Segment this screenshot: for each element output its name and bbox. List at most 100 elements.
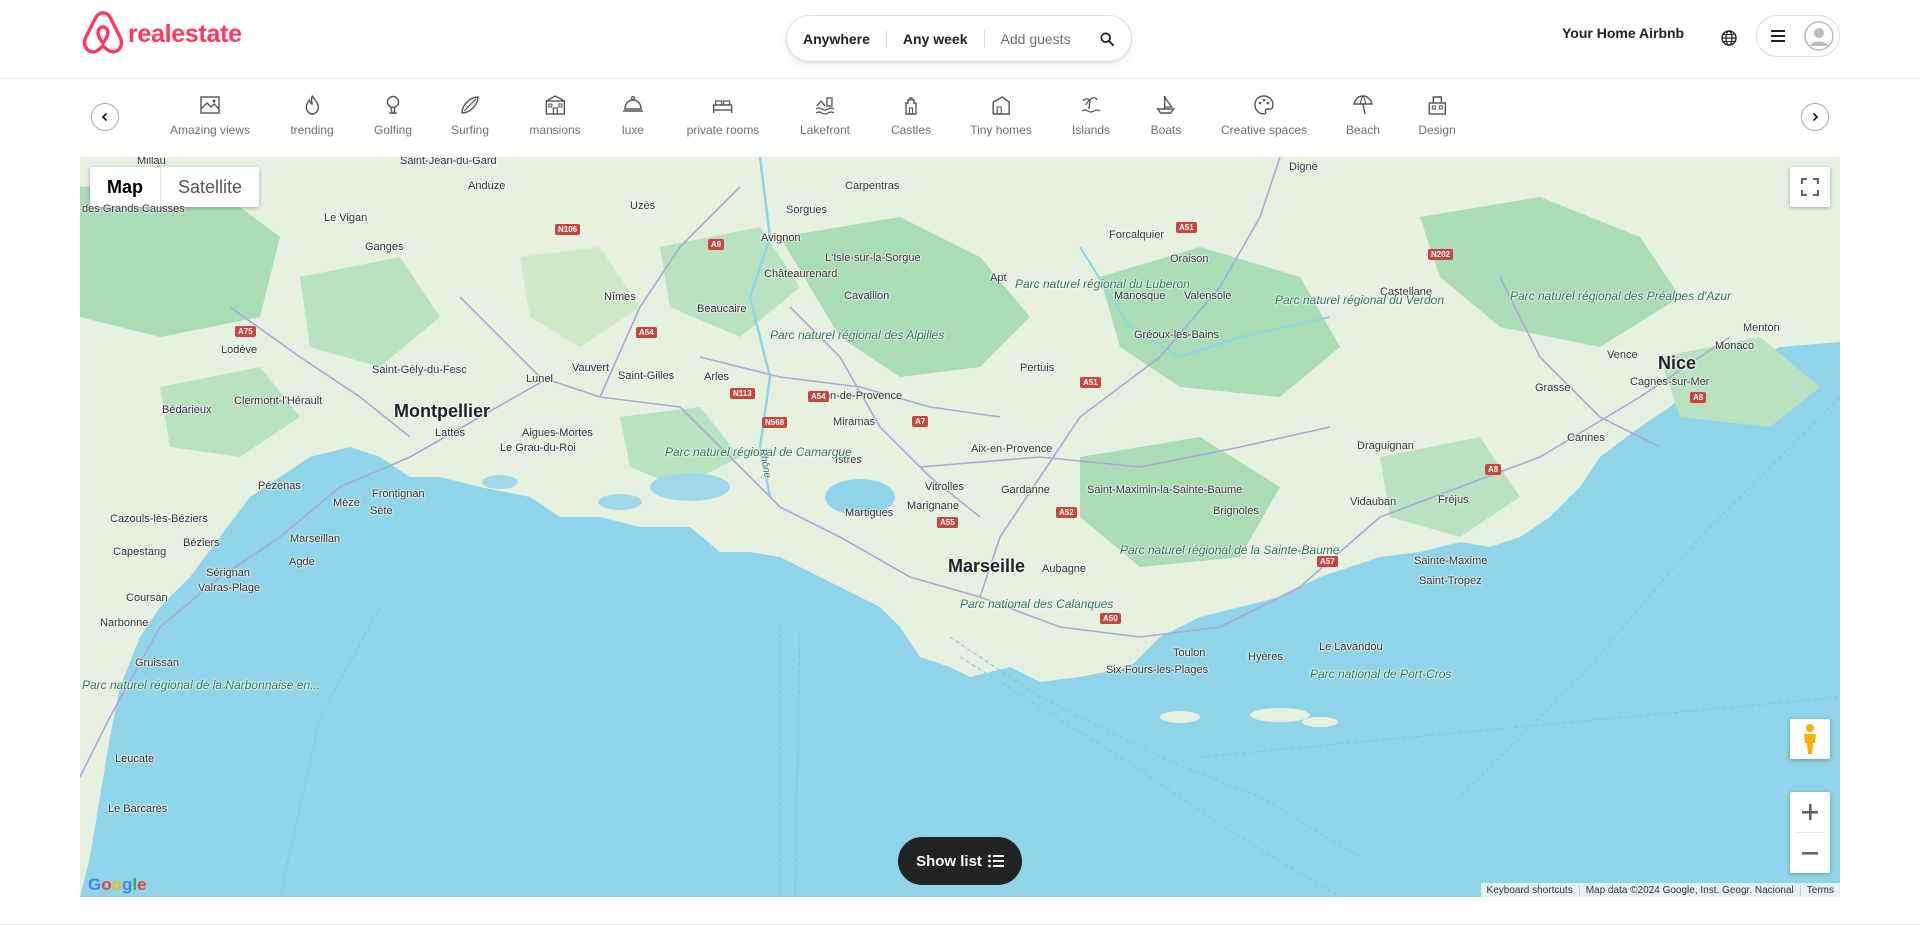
zoom-in-button[interactable] (1790, 792, 1830, 832)
category-label: Design (1418, 123, 1456, 137)
cloche-icon (623, 95, 643, 112)
road-shield: A50 (1100, 613, 1121, 624)
category-castles[interactable]: Castles (891, 93, 931, 137)
category-label: trending (290, 123, 334, 137)
road-shield: A52 (1056, 507, 1077, 518)
category-golfing[interactable]: Golfing (374, 93, 412, 137)
category-luxe[interactable]: luxe (621, 93, 645, 137)
keyboard-shortcuts-link[interactable]: Keyboard shortcuts (1481, 885, 1579, 896)
golf-icon (386, 95, 400, 114)
map-town-label: Martigues (845, 507, 894, 519)
search-anywhere[interactable]: Anywhere (787, 31, 886, 47)
globe-icon (1721, 30, 1737, 46)
map-view[interactable]: Map Satellite Montpellier Marseille Nice… (80, 157, 1840, 897)
search-any-week[interactable]: Any week (887, 31, 984, 47)
map-type-map[interactable]: Map (90, 167, 161, 207)
road-shield: A51 (1080, 377, 1101, 388)
road-shield: A51 (1176, 222, 1197, 233)
category-mansions[interactable]: mansions (529, 93, 581, 137)
map-town-label: Vence (1607, 349, 1638, 361)
host-link[interactable]: Your Home Airbnb (1562, 25, 1684, 41)
category-islands[interactable]: Islands (1072, 93, 1110, 137)
map-town-label: Avignon (761, 232, 801, 244)
list-icon (988, 854, 1004, 868)
category-lakefront[interactable]: Lakefront (800, 93, 850, 137)
map-town-label: Cannes (1567, 432, 1605, 444)
fullscreen-button[interactable] (1790, 167, 1830, 207)
map-park-label: Parc naturel régional de la Sainte-Baume (1120, 543, 1339, 557)
category-label: Castles (890, 123, 932, 137)
road-shield: A54 (808, 391, 829, 402)
road-shield: A8 (1690, 392, 1707, 403)
map-park-label: Parc naturel régional des Alpilles (770, 328, 945, 342)
map-town-label: Uzès (630, 200, 656, 212)
map-town-label: Saint-Gély-du-Fesc (372, 364, 467, 376)
map-town-label: Gréoux-les-Bains (1134, 329, 1219, 341)
category-label: Amazing views (169, 123, 251, 137)
zoom-out-button[interactable] (1790, 833, 1830, 873)
category-amazing-views[interactable]: Amazing views (170, 93, 250, 137)
category-private-rooms[interactable]: private rooms (687, 93, 759, 137)
category-surfing[interactable]: Surfing (451, 93, 489, 137)
show-list-label: Show list (916, 852, 982, 870)
map-town-label: Digne (1289, 161, 1318, 173)
road-shield: A9 (708, 239, 725, 250)
flame-icon (305, 95, 319, 115)
search-button[interactable] (1091, 23, 1123, 55)
category-tiny-homes[interactable]: Tiny homes (970, 93, 1032, 137)
map-town-label: Vauvert (572, 362, 610, 374)
pegman-icon (1804, 724, 1816, 754)
map-town-label: Beaucaire (697, 303, 747, 315)
road-shield: A57 (1317, 556, 1338, 567)
map-town-label: Saint-Tropez (1419, 575, 1482, 587)
map-town-label: Gardanne (1001, 484, 1050, 496)
map-town-label: Coursan (126, 592, 168, 604)
map-town-label: Pertuis (1020, 362, 1055, 374)
map-town-label: Sète (370, 505, 393, 517)
map-town-label: Fréjus (1438, 494, 1469, 506)
tiny-home-icon (992, 96, 1010, 115)
search-add-guests[interactable]: Add guests (985, 31, 1079, 47)
google-logo[interactable]: Google (88, 875, 147, 895)
map-type-satellite[interactable]: Satellite (161, 167, 259, 207)
category-label: Golfing (373, 123, 413, 137)
map-town-label: Frontignan (372, 488, 425, 500)
map-park-label: Parc naturel régional du Luberon (1015, 277, 1190, 291)
user-menu-button[interactable] (1756, 15, 1840, 57)
map-town-label: Sainte-Maxime (1414, 555, 1488, 567)
category-creative-spaces[interactable]: Creative spaces (1221, 93, 1307, 137)
design-building-icon (1428, 96, 1446, 115)
minus-icon (1802, 852, 1818, 855)
map-town-label: Marignane (907, 500, 959, 512)
language-button[interactable] (1714, 23, 1744, 53)
map-town-label: Cavaillon (844, 290, 890, 302)
category-design[interactable]: Design (1418, 93, 1456, 137)
map-town-label: Cagnes-sur-Mer (1630, 376, 1710, 388)
map-park-label: Parc national de Port-Cros (1310, 667, 1452, 681)
map-town-label: Nîmes (604, 291, 636, 303)
map-park-label: Parc naturel régional de Camargue (665, 446, 852, 459)
show-list-button[interactable]: Show list (898, 837, 1022, 885)
map-town-label: Pézenas (258, 480, 301, 492)
map-town-label: Valras-Plage (198, 582, 261, 594)
map-town-label: Manosque (1114, 290, 1166, 302)
road-shield: A75 (235, 326, 256, 337)
map-type-control: Map Satellite (90, 167, 260, 207)
category-boats[interactable]: Boats (1151, 93, 1181, 137)
street-view-pegman[interactable] (1790, 719, 1830, 759)
castle-icon (905, 97, 917, 115)
category-next-button[interactable] (1801, 103, 1829, 131)
brand-logo[interactable]: realestate (80, 10, 242, 58)
map-town-label: Saint-Gilles (618, 370, 675, 382)
map-town-label: Oraison (1170, 253, 1209, 265)
map-town-label: Lodève (221, 344, 258, 356)
category-beach[interactable]: Beach (1346, 93, 1380, 137)
terms-link[interactable]: Terms (1799, 884, 1840, 896)
category-trending[interactable]: trending (290, 93, 334, 137)
category-label: Surfing (450, 123, 490, 137)
map-town-label: Lattes (435, 427, 465, 439)
search-bar[interactable]: Anywhere Any week Add guests (786, 15, 1132, 62)
category-prev-button[interactable] (91, 103, 119, 131)
map-town-label: Sérignan (206, 567, 251, 579)
map-town-label: Cazouls-lès-Béziers (110, 513, 208, 525)
